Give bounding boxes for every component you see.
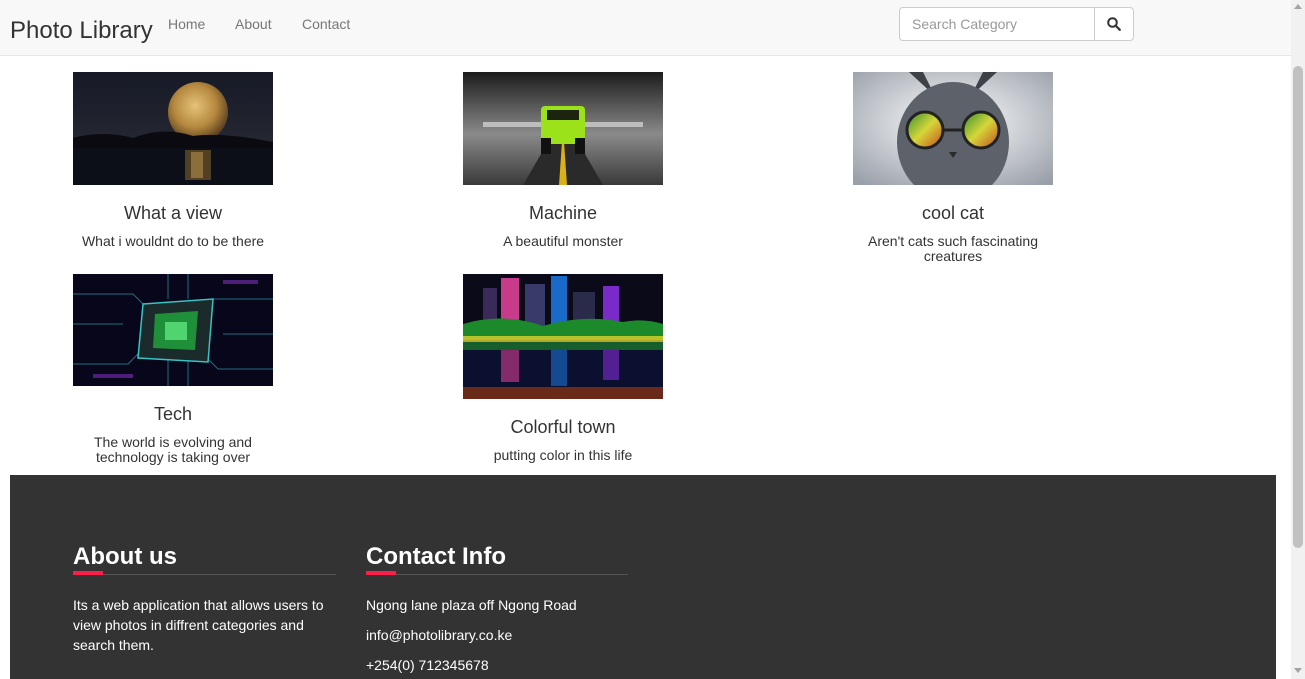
footer: About us Its a web application that allo… <box>10 475 1276 679</box>
about-heading: About us <box>73 543 177 570</box>
card-title: Colorful town <box>510 417 616 437</box>
divider <box>366 574 628 575</box>
contact-address: Ngong lane plaza off Ngong Road <box>366 597 577 613</box>
scroll-up-arrow-icon[interactable] <box>1294 4 1302 9</box>
card-title: cool cat <box>921 203 985 223</box>
nav-home-link[interactable]: Home <box>168 16 205 32</box>
heading-accent <box>366 571 396 575</box>
card-description: putting color in this life <box>493 447 633 463</box>
card-title: What a view <box>123 203 223 223</box>
green-car-runway-photo[interactable] <box>463 72 663 185</box>
card-description: What i wouldnt do to be there <box>81 233 265 249</box>
colorful-town-night-photo[interactable] <box>463 274 663 399</box>
night-lake-moon-photo[interactable] <box>73 72 273 185</box>
scroll-down-arrow-icon[interactable] <box>1294 668 1302 673</box>
contact-heading: Contact Info <box>366 543 506 570</box>
heading-accent <box>73 571 103 575</box>
search-button[interactable] <box>1094 7 1134 41</box>
card-description: Aren't cats such fascinating creatures <box>868 233 1038 264</box>
card-description: The world is evolving and technology is … <box>94 434 252 465</box>
cat-sunglasses-photo[interactable] <box>853 72 1053 185</box>
navbar: Photo Library Home About Contact <box>0 0 1291 56</box>
contact-email: info@photolibrary.co.ke <box>366 627 513 643</box>
search-icon <box>1107 17 1121 31</box>
brand-logo[interactable]: Photo Library <box>10 17 153 45</box>
nav-about-link[interactable]: About <box>235 16 272 32</box>
scrollbar-thumb[interactable] <box>1293 66 1303 548</box>
card-title: Machine <box>528 203 598 223</box>
search-input[interactable] <box>899 7 1095 41</box>
about-text: Its a web application that allows users … <box>73 597 324 653</box>
divider <box>73 574 336 575</box>
page-scrollbar[interactable] <box>1291 0 1305 679</box>
contact-phone: +254(0) 712345678 <box>366 657 489 673</box>
card-title: Tech <box>153 404 193 424</box>
nav-contact-link[interactable]: Contact <box>302 16 350 32</box>
card-description: A beautiful monster <box>503 233 623 249</box>
circuit-chip-photo[interactable] <box>73 274 273 386</box>
